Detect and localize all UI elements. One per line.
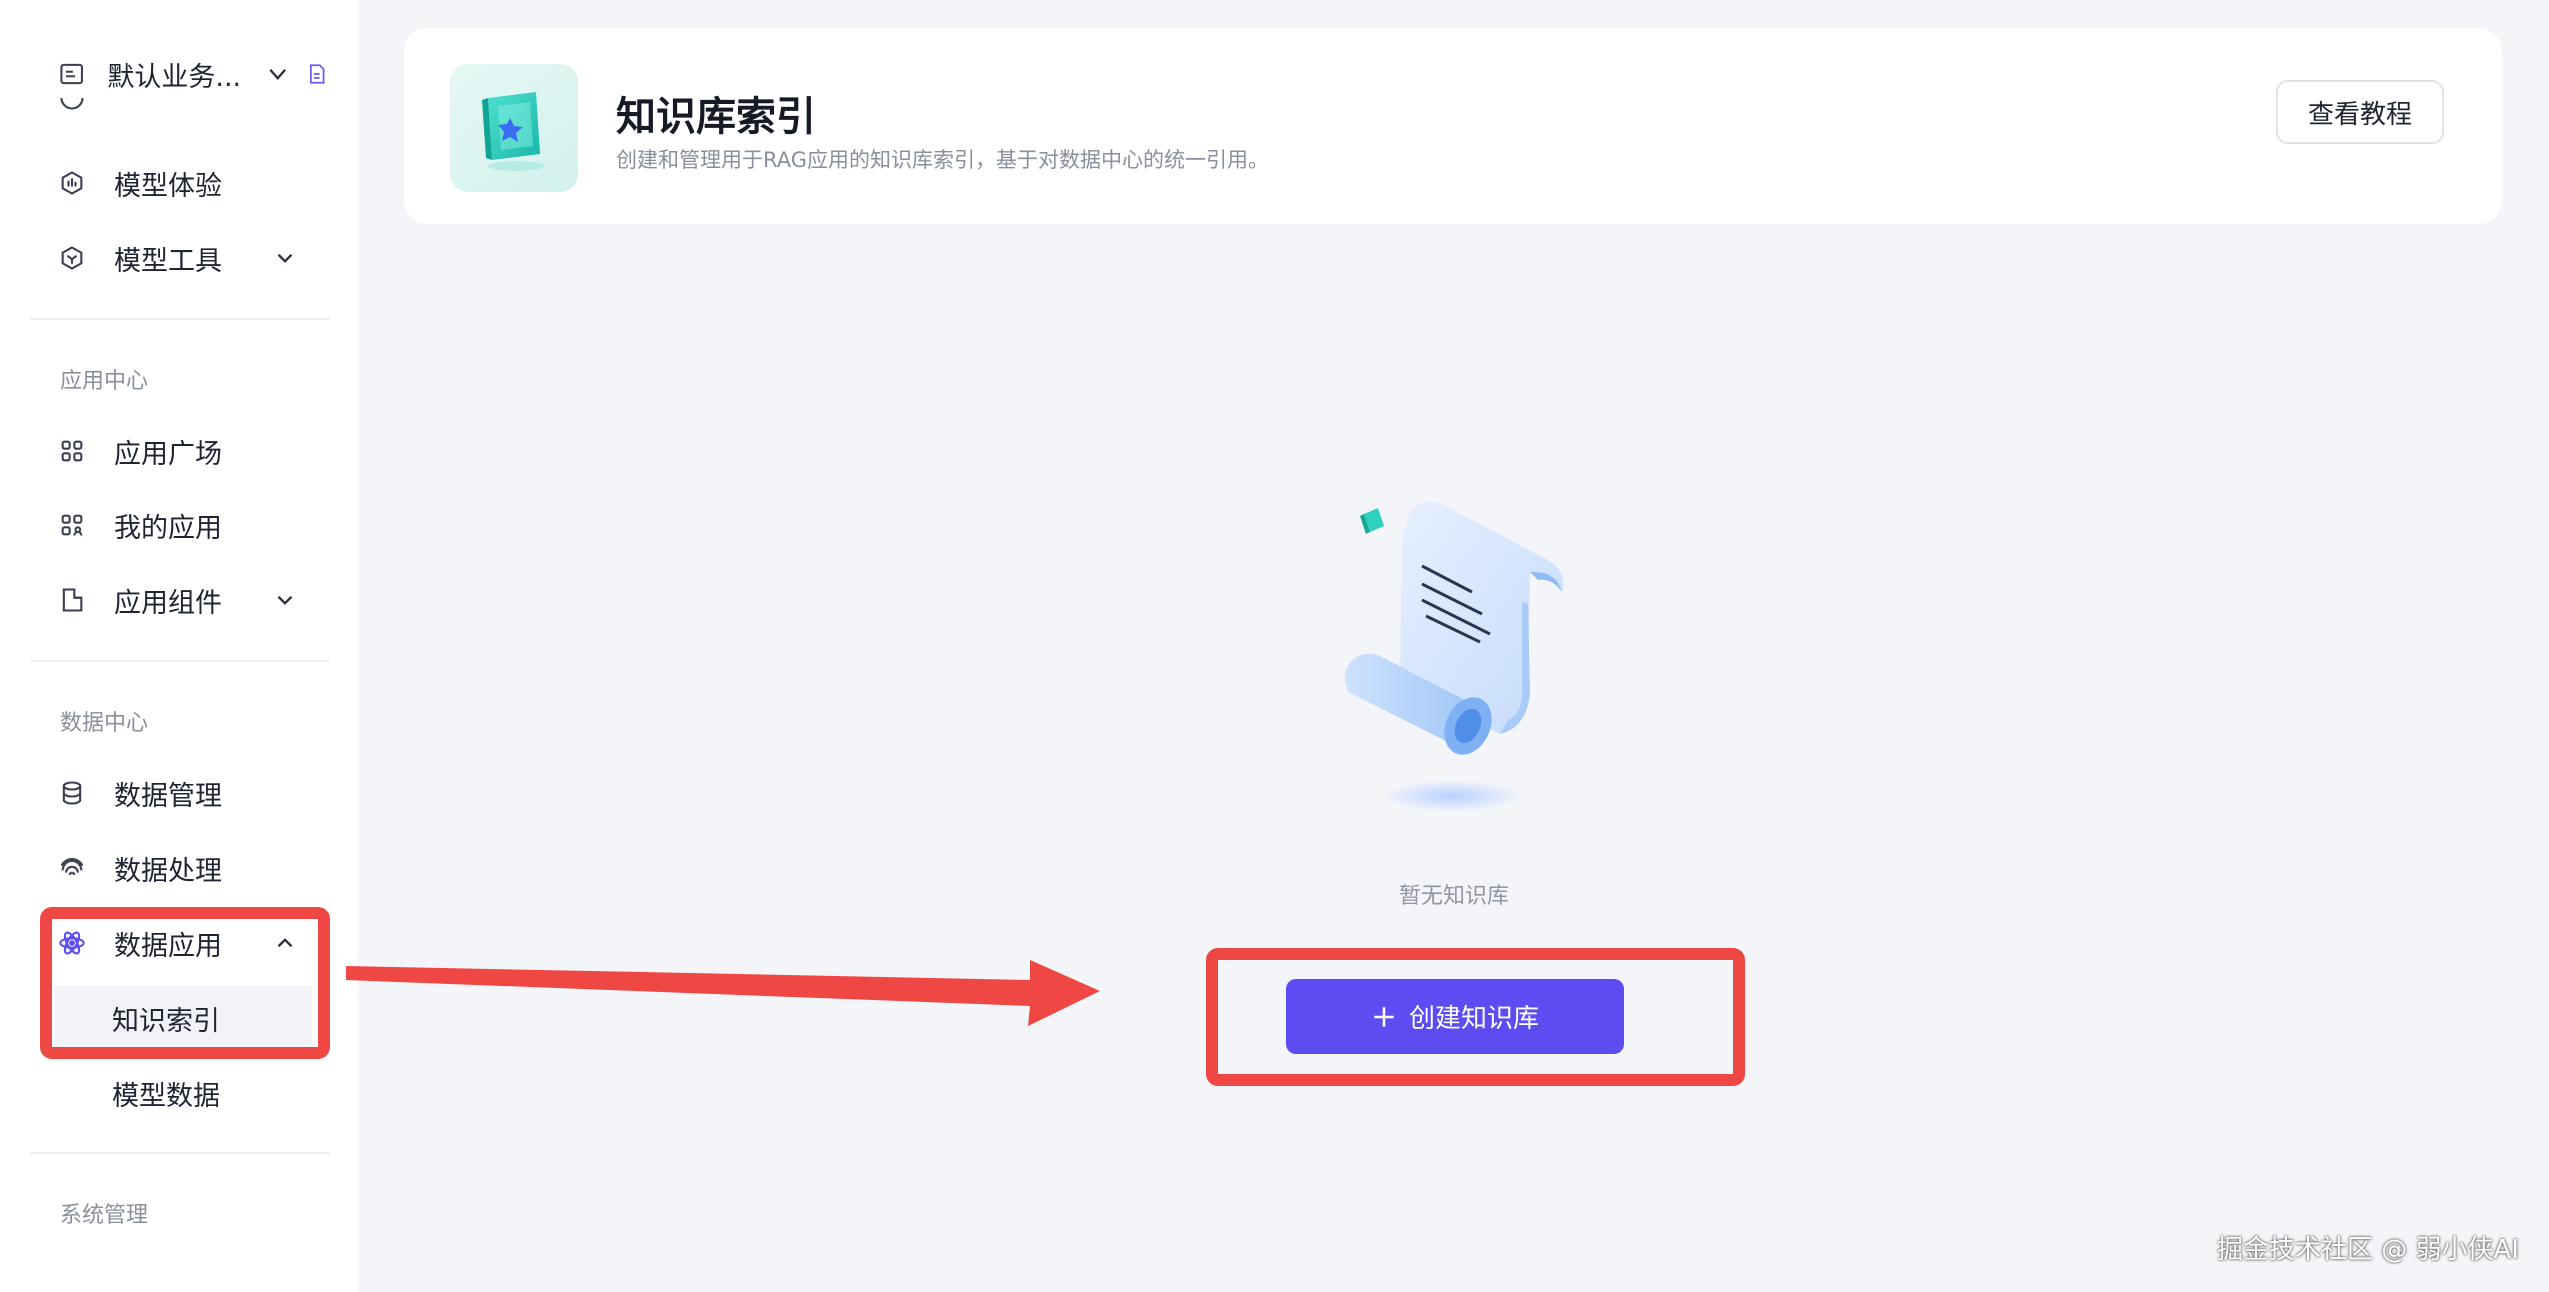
divider — [30, 660, 330, 662]
sidebar-item-label: 数据处理 — [114, 855, 222, 887]
scrolled-menu-item-fragment — [58, 98, 258, 122]
chevron-down-icon[interactable] — [265, 61, 290, 87]
workspace-icon — [60, 63, 83, 85]
sidebar-item-model-tools[interactable]: 模型工具 — [58, 231, 308, 285]
sidebar-item-my-apps[interactable]: 我的应用 — [58, 498, 308, 552]
knowledge-base-logo — [450, 64, 578, 192]
sidebar-item-data-management[interactable]: 数据管理 — [58, 766, 308, 820]
grid-icon — [61, 440, 83, 462]
sidebar-item-app-components[interactable]: 应用组件 — [58, 573, 308, 627]
sidebar-item-label: 数据管理 — [114, 780, 222, 812]
sidebar-item-label: 我的应用 — [114, 512, 222, 544]
page-subtitle: 创建和管理用于RAG应用的知识库索引，基于对数据中心的统一引用。 — [616, 148, 1270, 172]
sidebar-subitem-model-data[interactable]: 模型数据 — [54, 1061, 312, 1125]
empty-scroll-illustration — [1344, 501, 1564, 812]
model-tools-icon — [61, 246, 83, 270]
page-header-card: 知识库索引 创建和管理用于RAG应用的知识库索引，基于对数据中心的统一引用。 查… — [404, 28, 2502, 224]
sidebar-item-label: 模型工具 — [114, 245, 222, 277]
divider — [30, 1152, 330, 1154]
fingerprint-icon — [60, 858, 84, 876]
sidebar-item-label: 模型体验 — [114, 170, 222, 202]
sidebar-item-model-experience[interactable]: 模型体验 — [58, 156, 308, 210]
sidebar-item-data-processing[interactable]: 数据处理 — [58, 841, 308, 895]
divider — [30, 318, 330, 320]
workspace-label: 默认业务... — [107, 61, 242, 93]
watermark: 掘金技术社区 @ 弱小侠AI — [2217, 1235, 2519, 1265]
knowledge-book-icon — [482, 92, 544, 171]
chevron-down-icon[interactable] — [272, 587, 298, 613]
component-icon — [62, 588, 83, 612]
app-window: 默认业务... 模型体验 模型工具 应用中心 应用广场 我的应用 应用组件 数据… — [0, 0, 2549, 1292]
sidebar-item-label: 应用组件 — [114, 587, 222, 619]
database-icon — [62, 781, 82, 805]
my-apps-icon — [61, 514, 83, 536]
view-tutorial-button[interactable]: 查看教程 — [2276, 80, 2444, 144]
workspace-switcher[interactable]: 默认业务... — [58, 52, 328, 96]
annotation-highlight-box-sidebar — [40, 907, 330, 1059]
empty-state-message: 暂无知识库 — [1398, 884, 1509, 909]
section-title-system: 系统管理 — [60, 1203, 149, 1228]
section-title-data-center: 数据中心 — [60, 711, 149, 736]
document-icon[interactable] — [305, 62, 328, 86]
sidebar-item-label: 应用广场 — [114, 438, 222, 470]
chevron-down-icon[interactable] — [272, 245, 298, 271]
sidebar-subitem-label: 模型数据 — [112, 1080, 220, 1112]
sidebar: 默认业务... 模型体验 模型工具 应用中心 应用广场 我的应用 应用组件 数据… — [0, 0, 358, 1292]
model-experience-icon — [61, 171, 83, 195]
annotation-arrow — [346, 960, 1100, 1026]
section-title-app-center: 应用中心 — [60, 369, 149, 394]
annotation-highlight-box-button — [1206, 948, 1745, 1086]
sidebar-item-app-square[interactable]: 应用广场 — [58, 424, 308, 478]
page-title: 知识库索引 — [616, 94, 816, 140]
